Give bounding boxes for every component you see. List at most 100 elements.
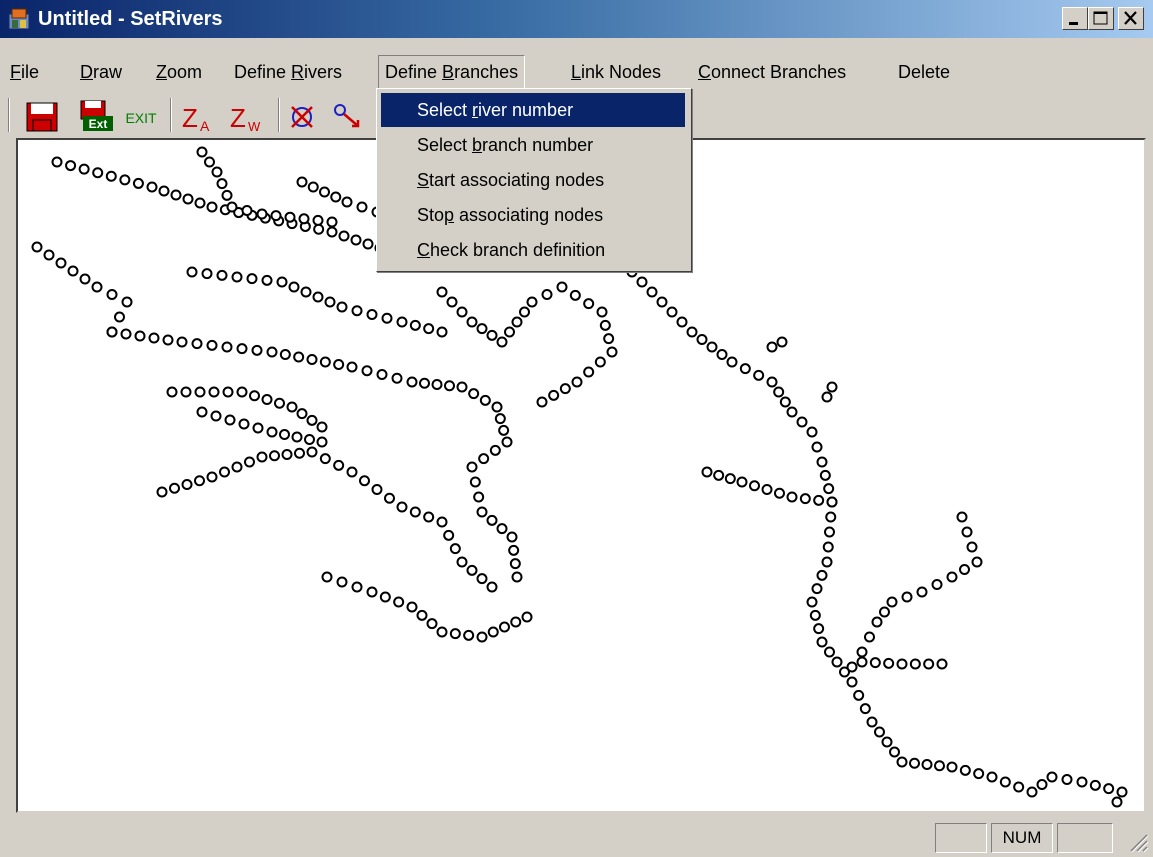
river-node[interactable] — [366, 309, 378, 320]
river-node[interactable] — [191, 338, 203, 350]
river-node[interactable] — [284, 211, 296, 223]
river-node[interactable] — [256, 451, 268, 463]
river-node[interactable] — [856, 646, 868, 658]
river-node[interactable] — [336, 576, 348, 588]
river-node[interactable] — [105, 170, 117, 182]
river-node[interactable] — [269, 450, 280, 462]
menu-zoom[interactable]: Zoom — [156, 58, 202, 86]
delete-node-icon[interactable] — [286, 100, 320, 132]
river-node[interactable] — [636, 276, 648, 288]
river-node[interactable] — [806, 596, 818, 608]
river-node[interactable] — [946, 761, 958, 773]
river-node[interactable] — [999, 776, 1011, 788]
river-node[interactable] — [859, 703, 871, 715]
river-node[interactable] — [196, 146, 208, 158]
river-node[interactable] — [509, 558, 521, 570]
river-node[interactable] — [222, 386, 234, 398]
river-node[interactable] — [971, 556, 983, 568]
river-node[interactable] — [491, 401, 503, 413]
river-node[interactable] — [506, 531, 518, 543]
river-node[interactable] — [78, 163, 90, 175]
river-node[interactable] — [824, 646, 835, 658]
zoom-window-icon[interactable]: Z W — [228, 100, 272, 132]
river-node[interactable] — [391, 372, 403, 384]
river-node[interactable] — [816, 569, 828, 581]
river-node[interactable] — [65, 160, 77, 172]
river-node[interactable] — [396, 501, 408, 513]
river-node[interactable] — [809, 609, 821, 621]
river-node[interactable] — [201, 268, 213, 280]
river-node[interactable] — [219, 466, 230, 478]
river-node[interactable] — [291, 431, 303, 443]
river-node[interactable] — [270, 210, 282, 222]
river-node[interactable] — [211, 166, 223, 178]
title-bar[interactable]: Untitled - SetRivers — [0, 0, 1153, 38]
river-node[interactable] — [443, 529, 455, 541]
river-node[interactable] — [1076, 776, 1088, 788]
river-node[interactable] — [346, 466, 358, 478]
river-node[interactable] — [134, 330, 146, 342]
river-node[interactable] — [121, 296, 133, 308]
river-node[interactable] — [826, 496, 838, 508]
river-node[interactable] — [504, 326, 515, 338]
river-node[interactable] — [216, 178, 228, 190]
river-node[interactable] — [194, 197, 206, 209]
menu-define-rivers[interactable]: Define Rivers — [234, 58, 342, 86]
river-node[interactable] — [606, 346, 618, 358]
river-node[interactable] — [316, 436, 328, 448]
river-node[interactable] — [469, 476, 481, 488]
river-node[interactable] — [479, 394, 491, 406]
river-node[interactable] — [811, 441, 823, 453]
river-node[interactable] — [456, 381, 468, 393]
river-node[interactable] — [106, 289, 118, 300]
resize-grip-icon[interactable] — [1127, 831, 1149, 853]
river-node[interactable] — [31, 241, 43, 253]
river-node[interactable] — [1026, 786, 1038, 798]
river-node[interactable] — [449, 543, 461, 555]
river-node[interactable] — [266, 346, 278, 358]
river-node[interactable] — [831, 656, 843, 668]
close-button[interactable] — [1118, 7, 1144, 30]
river-node[interactable] — [494, 413, 506, 425]
river-node[interactable] — [799, 493, 811, 505]
river-node[interactable] — [909, 757, 920, 769]
river-node[interactable] — [43, 249, 55, 261]
river-node[interactable] — [496, 523, 508, 535]
river-node[interactable] — [478, 453, 490, 465]
river-node[interactable] — [476, 631, 488, 643]
river-node[interactable] — [724, 473, 736, 485]
river-node[interactable] — [406, 376, 418, 388]
river-node[interactable] — [181, 479, 193, 490]
river-node[interactable] — [773, 386, 785, 398]
river-node[interactable] — [300, 286, 312, 298]
river-node[interactable] — [739, 363, 751, 375]
river-node[interactable] — [224, 414, 236, 426]
river-node[interactable] — [594, 356, 606, 368]
save-icon[interactable] — [24, 100, 62, 132]
river-node[interactable] — [274, 397, 285, 409]
menu-define-branches[interactable]: Define Branches — [378, 55, 526, 89]
river-node[interactable] — [381, 312, 393, 324]
river-node[interactable] — [749, 480, 760, 492]
river-node[interactable] — [236, 386, 248, 398]
river-node[interactable] — [874, 726, 885, 738]
exit-icon[interactable]: EXIT — [122, 100, 162, 132]
river-node[interactable] — [312, 214, 324, 226]
menu-delete[interactable]: Delete — [898, 58, 950, 86]
menu-item-select-branch-number[interactable]: Select branch number — [381, 128, 685, 162]
river-node[interactable] — [298, 213, 310, 225]
river-node[interactable] — [599, 319, 611, 331]
river-node[interactable] — [266, 426, 278, 438]
river-node[interactable] — [330, 191, 342, 203]
river-node[interactable] — [456, 556, 468, 568]
river-node[interactable] — [206, 201, 218, 213]
river-node[interactable] — [186, 266, 198, 278]
menu-item-select-river-number[interactable]: Select river number — [381, 93, 685, 127]
river-node[interactable] — [436, 286, 448, 298]
river-node[interactable] — [146, 181, 158, 193]
river-node[interactable] — [796, 416, 808, 428]
river-node[interactable] — [879, 606, 890, 618]
river-node[interactable] — [316, 421, 328, 433]
river-node[interactable] — [246, 273, 258, 285]
river-node[interactable] — [823, 483, 835, 495]
